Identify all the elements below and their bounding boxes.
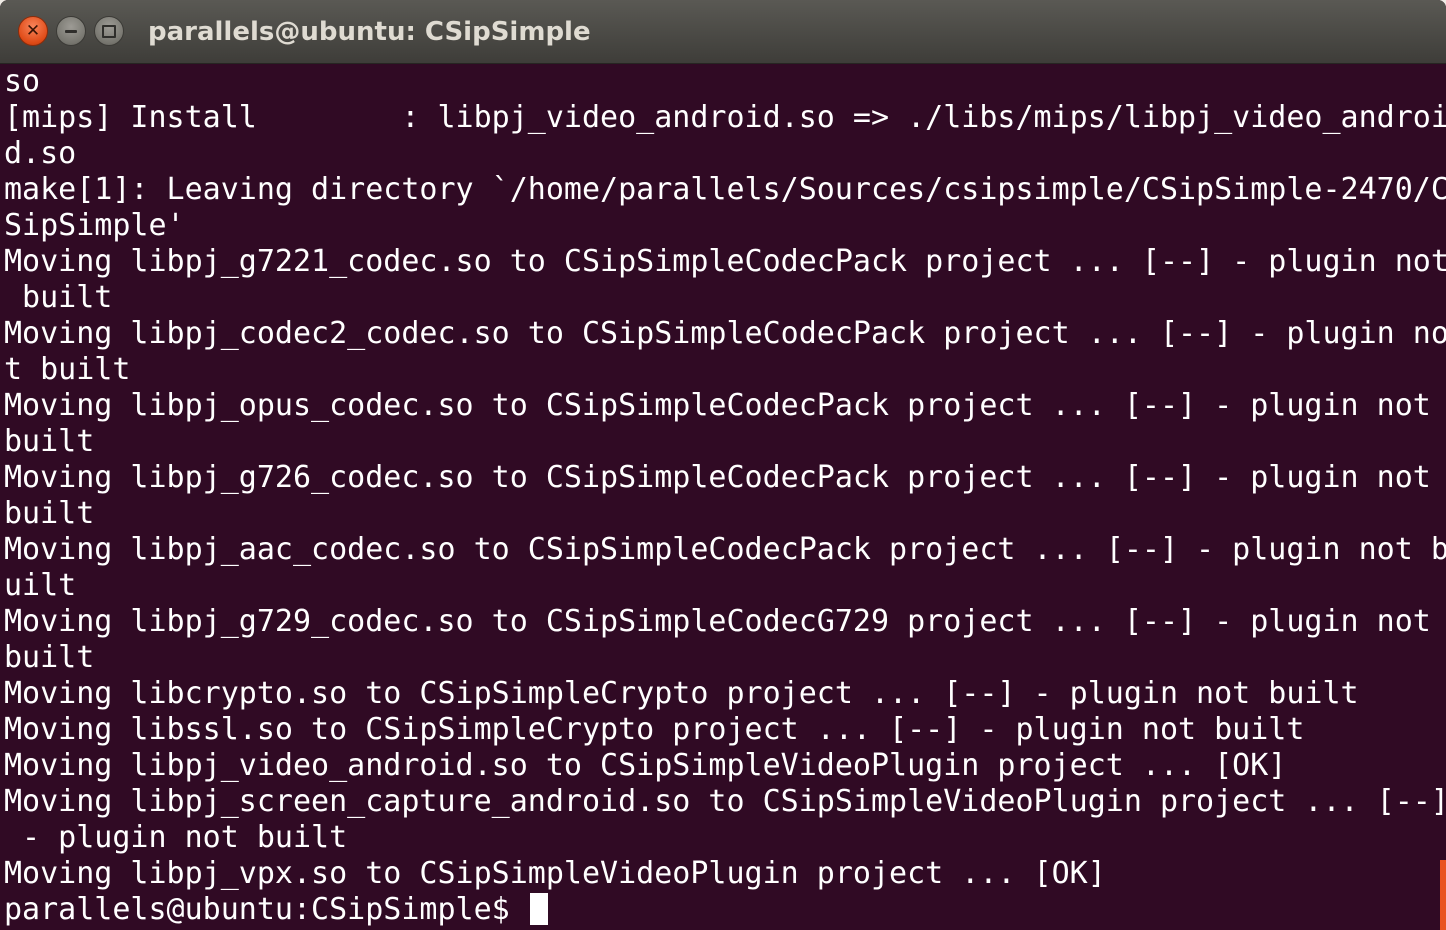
terminal-line: SipSimple' [4,208,185,243]
terminal-line: - plugin not built [4,820,348,855]
terminal-line: so [4,64,41,99]
terminal-line: Moving libpj_g729_codec.so to CSipSimple… [4,604,1431,639]
terminal-line: Moving libpj_screen_capture_android.so t… [4,784,1446,819]
terminal-line: d.so [4,136,77,171]
terminal-line: Moving libcrypto.so to CSipSimpleCrypto … [4,676,1359,711]
terminal-line: t built [4,352,131,387]
close-button[interactable]: ✕ [18,16,48,46]
maximize-button[interactable] [94,16,124,46]
terminal-line: uilt [4,568,77,603]
shell-prompt: parallels@ubuntu:CSipSimple$ [4,892,528,927]
terminal-line: built [4,424,95,459]
terminal-line: Moving libssl.so to CSipSimpleCrypto pro… [4,712,1305,747]
terminal-line: built [4,640,95,675]
prompt-line[interactable]: parallels@ubuntu:CSipSimple$ [4,892,1446,928]
terminal-output[interactable]: so [mips] Install : libpj_video_android.… [0,64,1446,930]
terminal-line: [mips] Install : libpj_video_android.so … [4,100,1446,135]
maximize-icon [102,24,116,38]
text-cursor [529,893,548,925]
terminal-line: make[1]: Leaving directory `/home/parall… [4,172,1446,207]
terminal-window: ✕ parallels@ubuntu: CSipSimple so [mips]… [0,0,1446,930]
terminal-line: Moving libpj_codec2_codec.so to CSipSimp… [4,316,1446,351]
terminal-line: Moving libpj_opus_codec.so to CSipSimple… [4,388,1431,423]
terminal-line: built [4,280,113,315]
minimize-icon [65,29,77,33]
terminal-line: Moving libpj_g726_codec.so to CSipSimple… [4,460,1431,495]
title-bar[interactable]: ✕ parallels@ubuntu: CSipSimple [0,0,1446,64]
scrollbar-indicator[interactable] [1440,860,1446,930]
terminal-line: Moving libpj_g7221_codec.so to CSipSimpl… [4,244,1446,279]
terminal-line: Moving libpj_vpx.so to CSipSimpleVideoPl… [4,856,1106,891]
terminal-line: Moving libpj_video_android.so to CSipSim… [4,748,1287,783]
window-title: parallels@ubuntu: CSipSimple [148,17,591,47]
close-icon: ✕ [25,20,41,41]
minimize-button[interactable] [56,16,86,46]
terminal-line: built [4,496,95,531]
terminal-line: Moving libpj_aac_codec.so to CSipSimpleC… [4,532,1446,567]
